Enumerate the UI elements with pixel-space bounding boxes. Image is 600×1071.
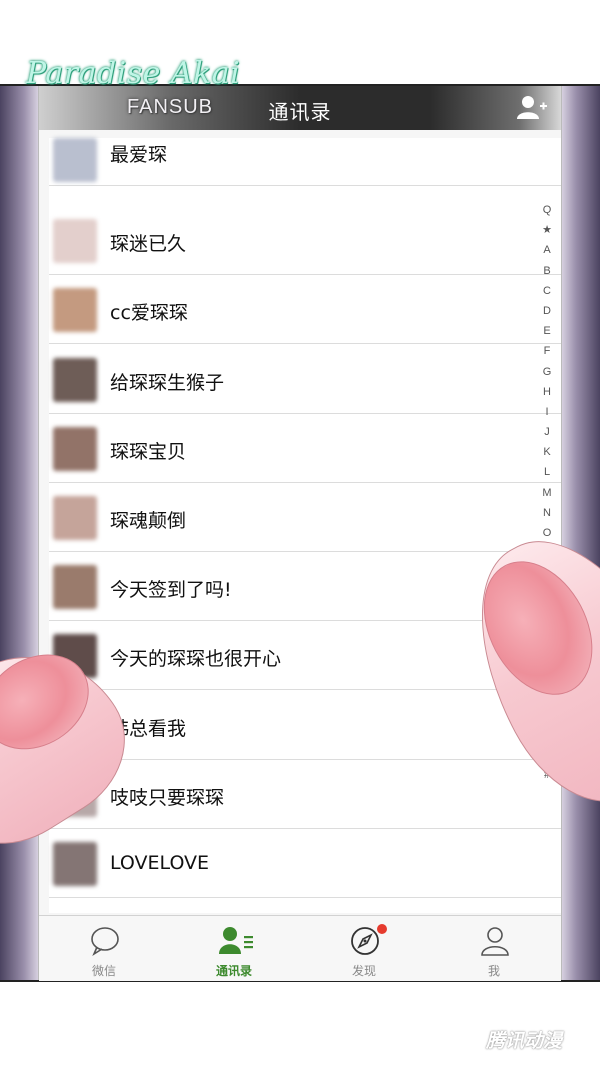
watermark-subtitle: FANSUB (127, 96, 214, 118)
index-letter[interactable]: ★ (536, 220, 558, 240)
index-letter[interactable]: H (536, 382, 558, 402)
contact-name: 今天签到了吗! (110, 579, 232, 602)
contact-row[interactable]: 韩总看我 (49, 691, 561, 760)
contact-row[interactable]: 琛琛宝贝 (49, 414, 561, 483)
index-letter[interactable]: D (536, 301, 558, 321)
contact-row[interactable]: 给琛琛生猴子 (49, 345, 561, 414)
contact-row[interactable]: 吱吱只要琛琛 (49, 760, 561, 829)
phone-screen: 通讯录 最爱琛琛迷已久 cc爱琛琛给琛琛生猴子 琛琛宝贝琛魂颠倒今天签到了吗! 今天的… (38, 86, 562, 981)
tab-label: 发现 (351, 964, 376, 978)
avatar (53, 426, 97, 471)
index-letter[interactable]: M (536, 483, 558, 503)
contact-row[interactable]: cc爱琛琛 (49, 276, 561, 345)
contact-name: cc爱琛琛 (110, 302, 188, 325)
index-letter[interactable]: A (536, 240, 558, 260)
contact-name: 给琛琛生猴子 (110, 371, 225, 394)
tab-me[interactable]: 我 (429, 916, 559, 981)
watermark-title: Paradise Akai (26, 56, 241, 91)
tab-label: 我 (487, 964, 500, 978)
tab-bar: 微信 通讯录 发现 我 (39, 915, 561, 981)
tab-discover[interactable]: 发现 (299, 916, 429, 981)
tab-label: 通讯录 (215, 964, 252, 978)
tab-chats[interactable]: 微信 (39, 916, 169, 981)
tab-contacts[interactable]: 通讯录 (169, 916, 299, 981)
avatar (53, 138, 97, 182)
avatar (53, 219, 97, 264)
avatar (53, 842, 97, 886)
avatar (53, 357, 97, 402)
contact-name: 今天的琛琛也很开心 (110, 648, 282, 671)
index-letter[interactable]: N (536, 503, 558, 523)
contact-name: 最爱琛 (110, 144, 168, 166)
avatar (53, 496, 97, 540)
contact-name: 琛魂颠倒 (110, 510, 187, 532)
index-letter[interactable]: J (536, 422, 558, 442)
contact-name: 吱吱只要琛琛 (110, 786, 225, 809)
contact-name: LOVELOVE (110, 852, 210, 874)
page-title: 通讯录 (268, 100, 332, 124)
index-letter[interactable]: B (536, 261, 558, 281)
profile-icon (481, 927, 509, 956)
chat-bubble-icon (91, 927, 119, 957)
contact-name: 琛琛宝贝 (110, 440, 187, 463)
index-letter[interactable]: C (536, 281, 558, 301)
index-letter[interactable]: K (536, 442, 558, 462)
contacts-icon (219, 927, 253, 954)
index-letter[interactable]: Q (536, 200, 558, 220)
corner-watermark: 腾讯动漫 (486, 1030, 563, 1052)
add-contact-icon[interactable] (517, 95, 547, 119)
index-letter[interactable]: I (536, 402, 558, 422)
title-bar: 通讯录 (39, 86, 561, 130)
index-letter[interactable]: F (536, 341, 558, 361)
index-letter[interactable]: E (536, 321, 558, 341)
index-letter[interactable]: L (536, 462, 558, 482)
avatar (53, 288, 97, 333)
avatar (53, 565, 97, 610)
contact-row[interactable]: LOVELOVE (49, 830, 561, 898)
index-letter[interactable]: G (536, 362, 558, 382)
contact-name: 琛迷已久 (110, 233, 187, 256)
contact-row[interactable]: 最爱琛 (49, 138, 561, 186)
notification-badge (377, 924, 387, 934)
contact-row[interactable]: 琛迷已久 (49, 207, 561, 276)
contact-list: 最爱琛琛迷已久 cc爱琛琛给琛琛生猴子 琛琛宝贝琛魂颠倒今天签到了吗! 今天的琛琛也很… (49, 138, 561, 913)
contact-row[interactable]: 琛魂颠倒 (49, 484, 561, 552)
tab-label: 微信 (91, 964, 116, 978)
